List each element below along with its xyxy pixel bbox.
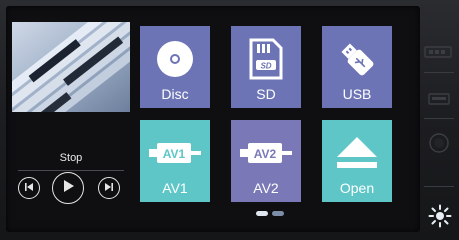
source-label-av2: AV2: [253, 180, 279, 196]
av1-plug-icon: AV1: [149, 130, 201, 176]
power-knob-icon[interactable]: [428, 132, 450, 159]
source-label-av1: AV1: [162, 180, 188, 196]
play-icon: [61, 179, 75, 198]
source-tile-usb[interactable]: USB: [322, 26, 392, 108]
album-art: [12, 22, 130, 112]
eject-icon: [335, 130, 379, 176]
source-tile-av1[interactable]: AV1 AV1: [140, 120, 210, 202]
source-label-sd: SD: [256, 86, 276, 102]
source-tile-open[interactable]: Open: [322, 120, 392, 202]
skip-previous-icon: [24, 179, 34, 197]
play-button[interactable]: [52, 172, 84, 204]
source-label-disc: Disc: [161, 86, 189, 102]
side-divider-1: [424, 72, 454, 73]
sd-card-icon: SD: [249, 36, 283, 82]
player-divider: [18, 170, 124, 171]
brightness-icon[interactable]: [428, 204, 452, 233]
av1-badge-text: AV1: [163, 147, 186, 161]
av2-plug-icon: AV2: [240, 130, 292, 176]
page-dot-1[interactable]: [256, 211, 268, 216]
svg-text:SD: SD: [260, 62, 271, 71]
av2-badge-text: AV2: [254, 147, 277, 161]
source-label-usb: USB: [342, 86, 372, 102]
source-tile-av2[interactable]: AV2 AV2: [231, 120, 301, 202]
page-dot-2[interactable]: [272, 211, 284, 216]
side-divider-2: [424, 118, 454, 119]
side-divider-3: [424, 186, 454, 187]
next-button[interactable]: [98, 177, 120, 199]
usb-icon: [337, 36, 377, 82]
source-label-open: Open: [339, 180, 375, 196]
previous-button[interactable]: [18, 177, 40, 199]
source-tile-sd[interactable]: SD SD: [231, 26, 301, 108]
page-indicator: [256, 211, 284, 216]
skip-next-icon: [104, 179, 114, 197]
usb-port-icon: [428, 92, 450, 111]
playback-status: Stop: [59, 152, 83, 164]
now-playing-panel: Stop: [12, 22, 130, 218]
source-tile-disc[interactable]: Disc: [140, 26, 210, 108]
sd-slot-icon: [424, 44, 454, 65]
disc-icon: [155, 36, 195, 82]
